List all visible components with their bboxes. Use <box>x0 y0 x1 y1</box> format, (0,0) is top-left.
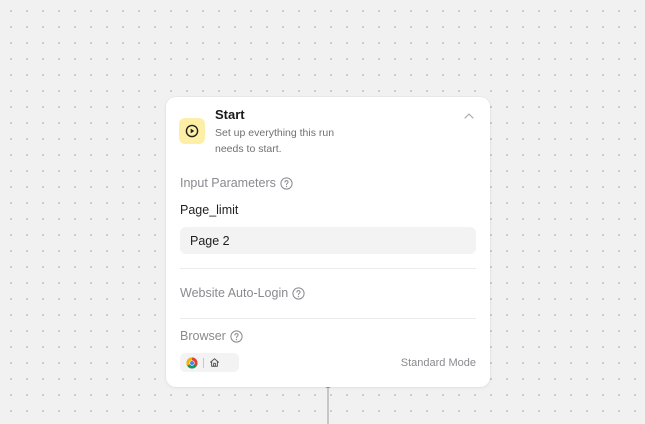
start-node-card[interactable]: Start Set up everything this run needs t… <box>166 97 490 387</box>
auto-login-text: Website Auto-Login <box>180 286 289 300</box>
input-parameters-label: Input Parameters <box>180 176 293 190</box>
help-icon[interactable] <box>280 176 293 190</box>
browser-label: Browser <box>180 329 243 343</box>
connector-line <box>327 386 329 424</box>
browser-selector[interactable] <box>180 353 239 372</box>
toggle-separator <box>203 357 204 368</box>
divider <box>180 318 476 319</box>
chrome-icon[interactable] <box>186 357 198 369</box>
auto-login-label: Website Auto-Login <box>180 286 305 300</box>
divider <box>180 268 476 269</box>
collapse-button[interactable] <box>462 109 476 123</box>
input-parameters-text: Input Parameters <box>180 176 276 190</box>
help-icon[interactable] <box>230 329 243 343</box>
page-limit-input[interactable] <box>180 227 476 254</box>
home-icon[interactable] <box>209 357 220 368</box>
play-circle-icon <box>179 118 205 144</box>
node-title: Start <box>215 107 245 122</box>
node-description: Set up everything this run needs to star… <box>215 127 335 155</box>
chevron-up-icon <box>464 113 474 119</box>
browser-text: Browser <box>180 329 226 343</box>
browser-mode-label[interactable]: Standard Mode <box>401 357 476 369</box>
param-name-page-limit: Page_limit <box>180 203 239 217</box>
help-icon[interactable] <box>292 286 305 300</box>
